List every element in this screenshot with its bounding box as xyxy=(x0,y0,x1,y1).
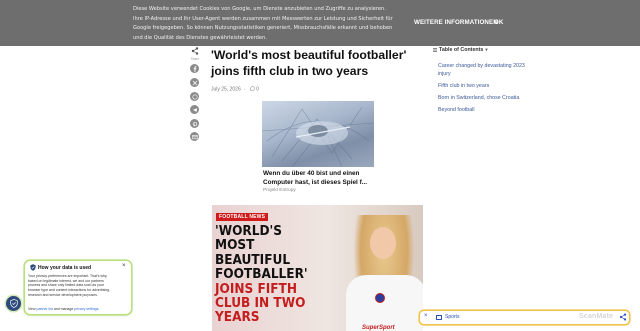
headline-black: 'WORLD'S MOST BEAUTIFUL FOOTBALLER' xyxy=(215,224,308,283)
facebook-share-button[interactable] xyxy=(190,64,199,73)
article-meta: July 25, 2026 · 0 xyxy=(211,86,259,93)
shield-check-icon xyxy=(9,299,18,308)
privacy-links-prefix: View xyxy=(28,307,37,311)
article-title: 'World's most beautiful footballer' join… xyxy=(211,48,407,78)
football-news-badge: FOOTBALL NEWS xyxy=(216,213,269,221)
privacy-links: View partner list and manage privacy set… xyxy=(28,307,128,311)
privacy-body: Your privacy preferences are important. … xyxy=(28,274,111,297)
more-info-button[interactable]: WEITERE INFORMATIONEN xyxy=(414,19,498,26)
scanmate-watermark: ScanMate xyxy=(579,313,614,320)
share-icon[interactable] xyxy=(619,313,627,321)
x-share-button[interactable] xyxy=(190,78,199,87)
sports-bar[interactable]: × Sports ScanMate xyxy=(420,311,629,324)
telegram-icon xyxy=(192,107,197,112)
image-headline: 'WORLD'S MOST BEAUTIFUL FOOTBALLER' JOIN… xyxy=(215,224,325,326)
article-image: SuperSport FOOTBALL NEWS 'WORLD'S MOST B… xyxy=(212,205,423,331)
privacy-links-middle: and manage xyxy=(52,307,75,311)
toc-item[interactable]: Fifth club in two years xyxy=(438,82,538,90)
table-of-contents: Table of Contents ▾ Career changed by de… xyxy=(433,47,543,113)
shield-icon xyxy=(30,264,36,271)
cookie-banner: Diese Website verwendet Cookies von Goog… xyxy=(0,0,640,46)
pinterest-share-button[interactable] xyxy=(190,119,199,128)
email-share-button[interactable] xyxy=(190,132,199,141)
cookie-banner-text: Diese Website verwendet Cookies von Goog… xyxy=(133,6,393,41)
close-icon[interactable]: × xyxy=(424,313,428,319)
share-label: Share xyxy=(190,57,200,61)
email-icon xyxy=(191,134,198,139)
close-icon[interactable]: × xyxy=(122,263,126,269)
toc-item[interactable]: Born in Switzerland, chose Croatia xyxy=(438,94,538,102)
club-crest-icon xyxy=(375,293,385,303)
ad-sponsor[interactable]: Projekt Entropy xyxy=(263,188,296,193)
pinterest-icon xyxy=(192,121,197,127)
ad-image[interactable] xyxy=(262,101,374,167)
toc-item[interactable]: Career changed by devastating 2023 injur… xyxy=(438,62,538,78)
headline-red: JOINS FIFTH CLUB IN TWO YEARS xyxy=(215,281,306,326)
toc-header[interactable]: Table of Contents ▾ xyxy=(433,47,543,53)
sports-label[interactable]: Sports xyxy=(445,314,459,320)
comment-icon[interactable] xyxy=(249,86,255,92)
privacy-popup: How your data is used × Your privacy pre… xyxy=(25,261,131,314)
sports-grid-icon xyxy=(436,314,442,320)
privacy-settings-button[interactable] xyxy=(6,296,21,311)
telegram-share-button[interactable] xyxy=(190,105,199,114)
privacy-links-suffix: . xyxy=(98,307,100,311)
image-shirt xyxy=(346,275,423,331)
toc-item[interactable]: Beyond football xyxy=(438,106,538,114)
ad-title[interactable]: Wenn du über 40 bist und einen Computer … xyxy=(263,170,388,187)
shirt-sponsor-text: SuperSport xyxy=(362,325,395,331)
privacy-title: How your data is used xyxy=(38,265,92,271)
ok-button[interactable]: OK xyxy=(494,19,503,26)
privacy-settings-link[interactable]: privacy settings xyxy=(74,307,98,311)
meta-separator: · xyxy=(243,86,246,93)
share-icon[interactable] xyxy=(189,47,201,55)
toc-title: Table of Contents xyxy=(439,47,484,53)
image-face xyxy=(370,227,396,259)
chevron-down-icon[interactable]: ▾ xyxy=(485,47,487,53)
facebook-icon xyxy=(193,65,196,72)
x-icon xyxy=(192,80,197,85)
article-date: July 25, 2026 xyxy=(211,86,241,93)
whatsapp-icon xyxy=(191,93,198,100)
comment-count[interactable]: 0 xyxy=(256,87,259,93)
partner-list-link[interactable]: partner list xyxy=(37,307,53,311)
whatsapp-share-button[interactable] xyxy=(190,92,199,101)
toc-list-icon xyxy=(433,48,437,52)
